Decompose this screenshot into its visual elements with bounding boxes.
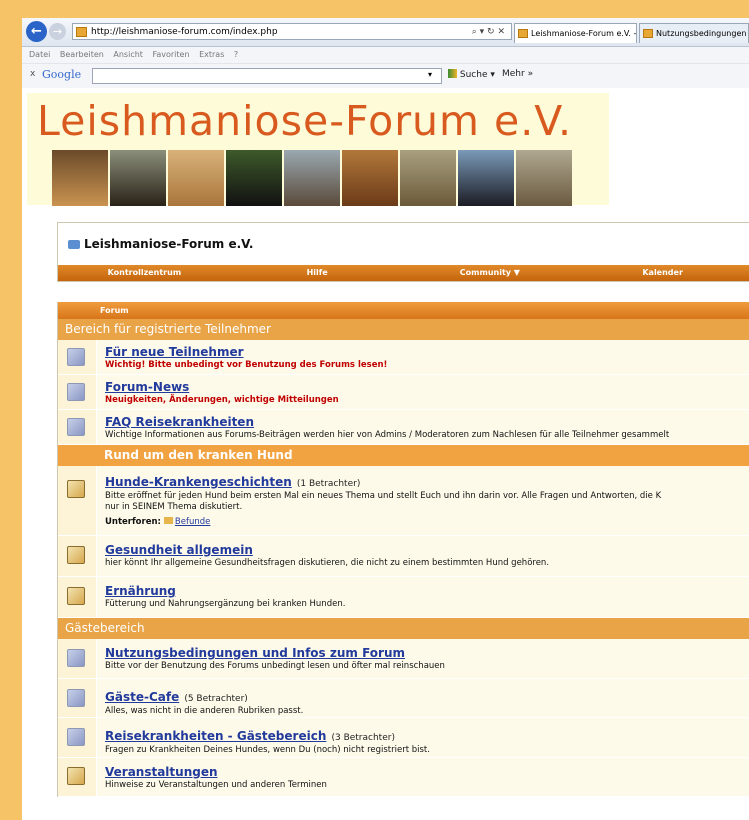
dog-photo <box>168 150 224 206</box>
forum-description: hier könnt Ihr allgemeine Gesundheitsfra… <box>105 558 550 568</box>
forum-link[interactable]: Ernährung <box>105 584 744 598</box>
forum-status-icon <box>67 418 85 436</box>
tab-favicon-icon <box>643 29 653 38</box>
forum-row: Für neue Teilnehmer Wichtig! Bitte unbed… <box>58 340 749 375</box>
forum-row: Forum-News Neuigkeiten, Änderungen, wich… <box>58 375 749 410</box>
forum-status-icon <box>67 383 85 401</box>
site-banner: Leishmaniose-Forum e.V. <box>27 93 609 206</box>
viewer-count: (5 Betrachter) <box>184 694 248 704</box>
menu-item-ansicht[interactable]: Ansicht <box>113 50 143 59</box>
forum-row: Nutzungsbedingungen und Infos zum Forum … <box>58 639 749 679</box>
forum-header: Leishmaniose-Forum e.V. Kontrollzentrum … <box>57 222 749 282</box>
forum-description: Bitte eröffnet für jeden Hund beim erste… <box>105 491 662 501</box>
google-more-button[interactable]: Mehr » <box>502 69 533 79</box>
forum-link[interactable]: Reisekrankheiten - Gästebereich <box>105 729 326 743</box>
forum-status-icon <box>67 728 85 746</box>
google-search-input[interactable] <box>92 68 442 84</box>
toolbar-close-icon[interactable]: x <box>30 69 35 79</box>
forum-home-icon <box>68 240 80 249</box>
forum-row: Reisekrankheiten - Gästebereich (3 Betra… <box>58 718 749 758</box>
folder-icon <box>163 517 173 524</box>
banner-title: Leishmaniose-Forum e.V. <box>37 97 573 145</box>
forum-status-icon <box>67 649 85 667</box>
forum-description: Hinweise zu Veranstaltungen und anderen … <box>105 780 327 790</box>
forum-status-new-icon <box>67 480 85 498</box>
forum-table: Forum Bereich für registrierte Teilnehme… <box>57 302 749 797</box>
forum-link[interactable]: Gesundheit allgemein <box>105 543 744 557</box>
forward-arrow-icon[interactable]: → <box>49 23 66 40</box>
forum-link[interactable]: Nutzungsbedingungen und Infos zum Forum <box>105 646 744 660</box>
google-toolbar: x Google ▾ Suche ▾ Mehr » <box>22 64 749 89</box>
category-kranker-hund[interactable]: Rund um den kranken Hund <box>58 445 749 466</box>
dog-photo-strip <box>52 150 572 206</box>
google-logo: Google <box>42 68 82 81</box>
tab-forum[interactable]: Leishmaniose-Forum e.V. - ... ✕ <box>514 23 637 43</box>
dog-photo <box>458 150 514 206</box>
dog-photo <box>400 150 456 206</box>
dog-photo <box>516 150 572 206</box>
forum-description: Wichtige Informationen aus Forums-Beiträ… <box>105 430 670 440</box>
forum-row: Gäste-Cafe (5 Betrachter) Alles, was nic… <box>58 679 749 718</box>
nav-community[interactable]: Community ▼ <box>404 265 577 281</box>
forum-navbar: Kontrollzentrum Hilfe Community ▼ Kalend… <box>58 265 749 281</box>
forum-header-title[interactable]: Leishmaniose-Forum e.V. <box>68 237 253 251</box>
subforum-list: Unterforen: Befunde <box>105 517 211 527</box>
dog-photo <box>110 150 166 206</box>
back-arrow-icon[interactable]: ← <box>26 21 47 42</box>
forum-status-new-icon <box>67 587 85 605</box>
forum-status-new-icon <box>67 767 85 785</box>
forum-description: Neuigkeiten, Änderungen, wichtige Mittei… <box>105 395 339 405</box>
dog-photo <box>52 150 108 206</box>
viewer-count: (1 Betrachter) <box>296 479 361 489</box>
category-gaeste[interactable]: Gästebereich <box>58 618 749 639</box>
forum-row: Veranstaltungen Hinweise zu Veranstaltun… <box>58 758 749 797</box>
category-registered[interactable]: Bereich für registrierte Teilnehmer <box>58 319 749 340</box>
google-search-button[interactable]: Suche ▾ <box>448 69 495 80</box>
forum-link[interactable]: Gäste-Cafe <box>105 690 179 704</box>
nav-kontrollzentrum[interactable]: Kontrollzentrum <box>58 265 231 281</box>
forum-link[interactable]: Hunde-Krankengeschichten <box>105 475 292 489</box>
forum-row: Gesundheit allgemein hier könnt Ihr allg… <box>58 536 749 577</box>
dog-photo <box>342 150 398 206</box>
site-favicon-icon <box>76 27 87 37</box>
table-header: Forum <box>58 302 749 319</box>
forum-status-icon <box>67 348 85 366</box>
forum-description: Fütterung und Nahrungsergänzung bei kran… <box>105 599 346 609</box>
menu-bar: Datei Bearbeiten Ansicht Favoriten Extra… <box>22 47 749 64</box>
address-controls[interactable]: ⌕ ▾ ↻ ✕ <box>472 24 505 41</box>
menu-item-datei[interactable]: Datei <box>29 50 50 59</box>
chevron-down-icon[interactable]: ▾ <box>428 70 432 79</box>
subforum-link-befunde[interactable]: Befunde <box>175 517 210 527</box>
viewer-count: (3 Betrachter) <box>331 733 395 743</box>
nav-hilfe[interactable]: Hilfe <box>231 265 404 281</box>
forum-link[interactable]: Veranstaltungen <box>105 765 744 779</box>
forum-row: Ernährung Fütterung und Nahrungsergänzun… <box>58 577 749 618</box>
forum-description: nur in SEINEM Thema diskutiert. <box>105 502 243 512</box>
forum-description: Bitte vor der Benutzung des Forums unbed… <box>105 661 445 671</box>
browser-window: ← → http://leishmaniose-forum.com/index.… <box>22 18 749 820</box>
forum-link[interactable]: Für neue Teilnehmer <box>105 345 744 359</box>
nav-kalender[interactable]: Kalender <box>576 265 749 281</box>
address-input[interactable]: http://leishmaniose-forum.com/index.php … <box>72 23 512 40</box>
forum-status-icon <box>67 689 85 707</box>
forum-link[interactable]: Forum-News <box>105 380 744 394</box>
dog-photo <box>226 150 282 206</box>
forum-status-new-icon <box>67 546 85 564</box>
tab-favicon-icon <box>518 29 528 38</box>
forum-description: Fragen zu Krankheiten Deines Hundes, wen… <box>105 745 430 755</box>
page-content: Leishmaniose-Forum e.V. Leishmaniose-For… <box>22 88 749 820</box>
menu-item-help[interactable]: ? <box>234 50 238 59</box>
forum-description: Alles, was nicht in die anderen Rubriken… <box>105 706 304 716</box>
menu-item-favoriten[interactable]: Favoriten <box>152 50 189 59</box>
forum-link[interactable]: FAQ Reisekrankheiten <box>105 415 744 429</box>
dog-photo <box>284 150 340 206</box>
menu-item-bearbeiten[interactable]: Bearbeiten <box>60 50 104 59</box>
menu-item-extras[interactable]: Extras <box>199 50 224 59</box>
forum-description: Wichtig! Bitte unbedingt vor Benutzung d… <box>105 360 388 370</box>
forum-row: Hunde-Krankengeschichten (1 Betrachter) … <box>58 466 749 536</box>
google-search-icon <box>448 69 457 78</box>
forum-row: FAQ Reisekrankheiten Wichtige Informatio… <box>58 410 749 445</box>
address-toolbar: ← → http://leishmaniose-forum.com/index.… <box>22 18 749 47</box>
tab-nutzungsbedingungen[interactable]: Nutzungsbedingungen <box>639 23 749 43</box>
